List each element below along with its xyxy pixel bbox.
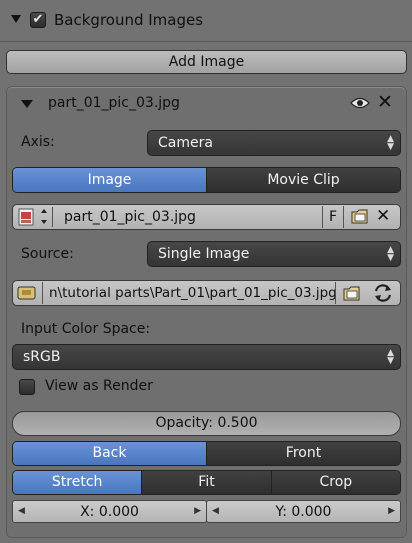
offset-x-field[interactable]: ◀ X: 0.000 ▶ [12, 500, 207, 523]
opacity-slider[interactable]: Opacity: 0.500 [12, 411, 401, 436]
tab-back[interactable]: Back [13, 442, 206, 465]
entry-name: part_01_pic_03.jpg [48, 95, 180, 111]
offset-y-field[interactable]: ◀ Y: 0.000 ▶ [206, 500, 401, 523]
browse-folder-icon[interactable] [342, 284, 362, 303]
increment-arrow-icon[interactable]: ▶ [194, 506, 201, 516]
opacity-label: Opacity: [155, 415, 213, 431]
source-label: Source: [21, 246, 74, 262]
axis-value: Camera [158, 135, 213, 151]
tab-front[interactable]: Front [206, 442, 400, 465]
tab-fit[interactable]: Fit [141, 471, 271, 494]
source-type-tabs: Image Movie Clip [12, 167, 401, 193]
color-space-dropdown[interactable]: sRGB ▲ ▼ [12, 344, 401, 370]
eye-icon[interactable] [350, 96, 370, 110]
open-file-icon[interactable] [350, 207, 370, 226]
tab-image[interactable]: Image [13, 168, 206, 192]
unlink-image-icon[interactable]: ✕ [376, 205, 390, 227]
color-space-value: sRGB [23, 349, 61, 365]
updown-arrows-icon: ▲ ▼ [387, 348, 394, 366]
tab-stretch[interactable]: Stretch [13, 471, 142, 494]
updown-arrows-icon: ▲ ▼ [387, 134, 394, 152]
pack-file-icon[interactable] [16, 284, 38, 302]
panel-title: Background Images [54, 11, 204, 29]
image-thumb-icon [18, 208, 47, 226]
filepath-text: n\tutorial parts\Part_01\part_01_pic_03.… [49, 285, 336, 301]
add-image-button[interactable]: Add Image [6, 50, 407, 74]
offset-x-value: X: 0.000 [80, 504, 139, 520]
collapse-arrow-icon[interactable] [11, 15, 21, 23]
axis-label: Axis: [21, 134, 55, 150]
background-images-checkbox[interactable]: ✔ [30, 12, 46, 28]
offset-y-value: Y: 0.000 [275, 504, 332, 520]
color-space-label: Input Color Space: [21, 321, 151, 337]
depth-tabs: Back Front [12, 441, 401, 466]
datablock-name[interactable]: part_01_pic_03.jpg [64, 209, 196, 225]
view-as-render-checkbox[interactable] [19, 379, 35, 395]
entry-expand-icon[interactable] [21, 100, 33, 108]
filepath-input[interactable]: n\tutorial parts\Part_01\part_01_pic_03.… [42, 282, 336, 304]
remove-entry-icon[interactable]: ✕ [377, 92, 393, 112]
tab-movie-clip[interactable]: Movie Clip [206, 168, 400, 192]
frame-method-tabs: Stretch Fit Crop [12, 470, 401, 495]
tab-crop[interactable]: Crop [270, 471, 400, 494]
source-value: Single Image [158, 246, 250, 262]
axis-dropdown[interactable]: Camera ▲ ▼ [147, 130, 401, 156]
reload-icon[interactable] [372, 283, 394, 303]
view-as-render-label: View as Render [45, 378, 153, 394]
updown-arrows-icon: ▲ ▼ [387, 245, 394, 263]
panel-header[interactable]: ✔ Background Images [0, 0, 412, 42]
fake-user-button[interactable]: F [322, 206, 344, 228]
source-dropdown[interactable]: Single Image ▲ ▼ [147, 241, 401, 267]
image-browse-button[interactable] [17, 207, 53, 227]
increment-arrow-icon[interactable]: ▶ [388, 506, 395, 516]
opacity-value: 0.500 [217, 415, 258, 431]
